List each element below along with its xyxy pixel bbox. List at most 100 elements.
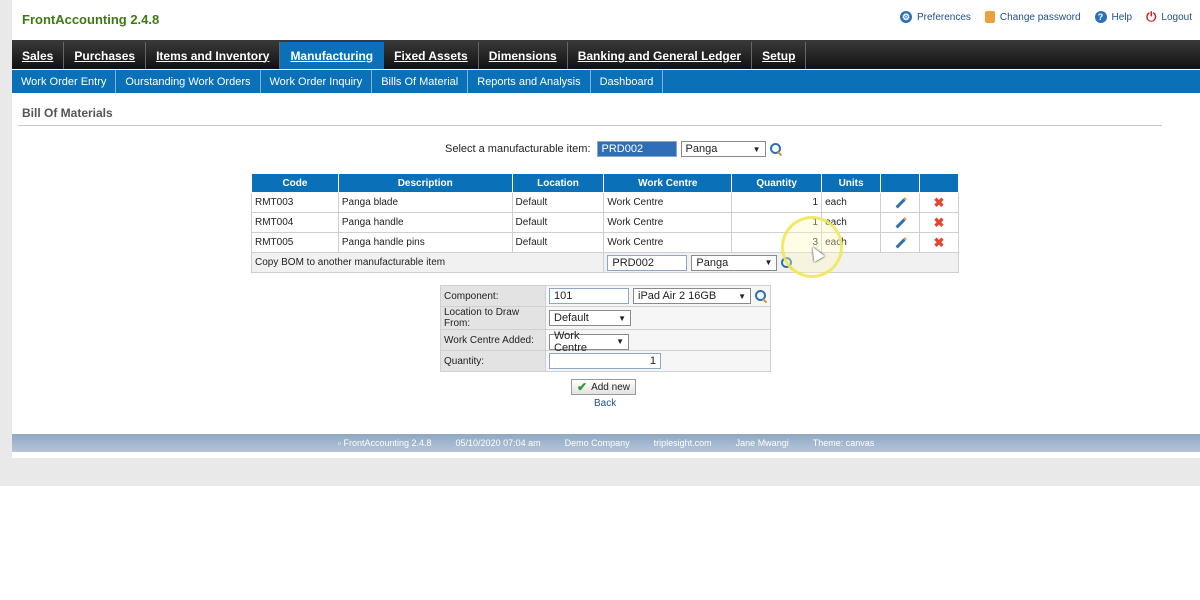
chevron-down-icon: ▼ (616, 337, 624, 346)
subtab-work-order-entry[interactable]: Work Order Entry (12, 70, 117, 93)
checkmark-icon: ✔ (577, 380, 588, 394)
tab-setup[interactable]: Setup (752, 42, 807, 69)
col-work-centre: Work Centre (603, 173, 733, 193)
tab-purchases[interactable]: Purchases (64, 42, 147, 69)
tab-sales[interactable]: Sales (12, 42, 65, 69)
col-units: Units (821, 173, 882, 193)
logout-label: Logout (1161, 11, 1192, 23)
footer-theme: Theme: canvas (812, 438, 875, 448)
change-password-link[interactable]: Change password (984, 9, 1081, 25)
cell-description: Panga blade (337, 192, 513, 213)
tab-dimensions[interactable]: Dimensions (479, 42, 568, 69)
preferences-label: Preferences (917, 11, 971, 23)
item-select-value: Panga (685, 143, 718, 155)
quantity-input[interactable]: 1 (549, 353, 661, 369)
cell-units: each (821, 232, 882, 253)
preferences-link[interactable]: ⚙ Preferences (900, 9, 971, 25)
footer-version: ▫ FrontAccounting 2.4.8 (337, 438, 432, 448)
lock-icon (984, 11, 995, 23)
pencil-icon (895, 198, 905, 209)
footer-datetime: 05/10/2020 07:04 am (455, 438, 541, 448)
delete-button[interactable]: ✖ (918, 212, 960, 233)
cell-code: RMT004 (251, 212, 339, 233)
delete-icon: ✖ (933, 194, 945, 210)
help-icon: ? (1094, 11, 1107, 23)
component-select-value: iPad Air 2 16GB (638, 290, 717, 302)
col-delete (918, 173, 960, 193)
table-row: RMT005 Panga handle pins Default Work Ce… (251, 232, 960, 253)
subtab-reports-and-analysis[interactable]: Reports and Analysis (468, 70, 591, 93)
copy-item-code-input[interactable]: PRD002 (607, 254, 688, 271)
copy-bom-controls: PRD002 Panga ▼ (603, 252, 959, 273)
work-centre-select-value: Work Centre (554, 329, 588, 354)
pencil-icon (895, 238, 905, 249)
cell-units: each (821, 212, 882, 233)
quantity-label: Quantity: (440, 350, 546, 372)
location-row: Location to Draw From: Default ▼ (440, 306, 771, 330)
subtab-bills-of-material[interactable]: Bills Of Material (372, 70, 469, 93)
select-item-label: Select a manufacturable item: (445, 143, 591, 155)
search-icon[interactable] (781, 256, 793, 269)
component-code-input[interactable]: 101 (549, 288, 629, 304)
chevron-down-icon: ▼ (752, 144, 761, 154)
tab-items-and-inventory[interactable]: Items and Inventory (146, 42, 281, 69)
back-link[interactable]: Back (594, 398, 616, 409)
search-icon[interactable] (769, 143, 782, 155)
col-edit (880, 173, 920, 193)
main-nav: Sales Purchases Items and Inventory Manu… (12, 40, 1200, 69)
cell-location: Default (511, 232, 605, 253)
table-row: RMT004 Panga handle Default Work Centre … (251, 212, 960, 233)
logout-link[interactable]: ⏻ Logout (1146, 9, 1192, 25)
work-centre-row: Work Centre Added: Work Centre ▼ (440, 329, 771, 354)
col-description: Description (337, 173, 513, 193)
gear-icon: ⚙ (900, 11, 912, 23)
cell-code: RMT005 (251, 232, 339, 253)
footer-site-link[interactable]: triplesight.com (654, 438, 712, 448)
heading-divider (18, 125, 1162, 126)
edit-button[interactable] (880, 212, 920, 233)
item-code-input[interactable]: PRD002 (596, 141, 677, 157)
footer-company: Demo Company (564, 438, 630, 448)
help-link[interactable]: ? Help (1094, 9, 1132, 25)
tab-manufacturing[interactable]: Manufacturing (280, 42, 385, 69)
chevron-down-icon: ▼ (738, 291, 746, 301)
delete-icon: ✖ (933, 234, 945, 250)
search-icon[interactable] (755, 290, 767, 302)
subtab-dashboard[interactable]: Dashboard (591, 70, 664, 93)
location-select-value: Default (554, 312, 589, 324)
edit-button[interactable] (880, 192, 920, 213)
component-form: Component: 101 iPad Air 2 16GB ▼ Locatio… (440, 285, 771, 372)
add-new-button[interactable]: ✔ Add new (571, 379, 636, 395)
item-select[interactable]: Panga ▼ (680, 141, 766, 157)
subtab-outstanding-work-orders[interactable]: Ourstanding Work Orders (116, 70, 261, 93)
location-select[interactable]: Default ▼ (549, 310, 631, 326)
edit-button[interactable] (880, 232, 920, 253)
cell-location: Default (511, 192, 605, 213)
cell-description: Panga handle (337, 212, 513, 233)
col-code: Code (251, 173, 339, 193)
tab-banking-and-general-ledger[interactable]: Banking and General Ledger (568, 42, 753, 69)
delete-button[interactable]: ✖ (918, 232, 960, 253)
cell-location: Default (511, 212, 605, 233)
quantity-row: Quantity: 1 (440, 350, 771, 372)
sub-nav: Work Order Entry Ourstanding Work Orders… (12, 70, 1200, 93)
cell-quantity: 1 (731, 212, 823, 233)
cell-code: RMT003 (251, 192, 339, 213)
component-label: Component: (440, 285, 546, 307)
location-label: Location to Draw From: (440, 306, 546, 330)
bom-header-row: Code Description Location Work Centre Qu… (251, 173, 960, 193)
work-centre-label: Work Centre Added: (440, 329, 546, 351)
add-new-label: Add new (591, 381, 630, 393)
copy-bom-label: Copy BOM to another manufacturable item (250, 252, 605, 273)
work-centre-select[interactable]: Work Centre ▼ (549, 330, 629, 354)
cell-quantity: 1 (731, 192, 823, 213)
table-row: RMT003 Panga blade Default Work Centre 1… (251, 192, 960, 213)
cell-units: each (821, 192, 882, 213)
footer-user: Jane Mwangi (735, 438, 789, 448)
component-select[interactable]: iPad Air 2 16GB ▼ (633, 288, 751, 304)
delete-button[interactable]: ✖ (918, 192, 960, 213)
subtab-work-order-inquiry[interactable]: Work Order Inquiry (261, 70, 373, 93)
power-icon: ⏻ (1146, 9, 1157, 24)
copy-item-select[interactable]: Panga ▼ (691, 254, 778, 271)
tab-fixed-assets[interactable]: Fixed Assets (384, 42, 479, 69)
